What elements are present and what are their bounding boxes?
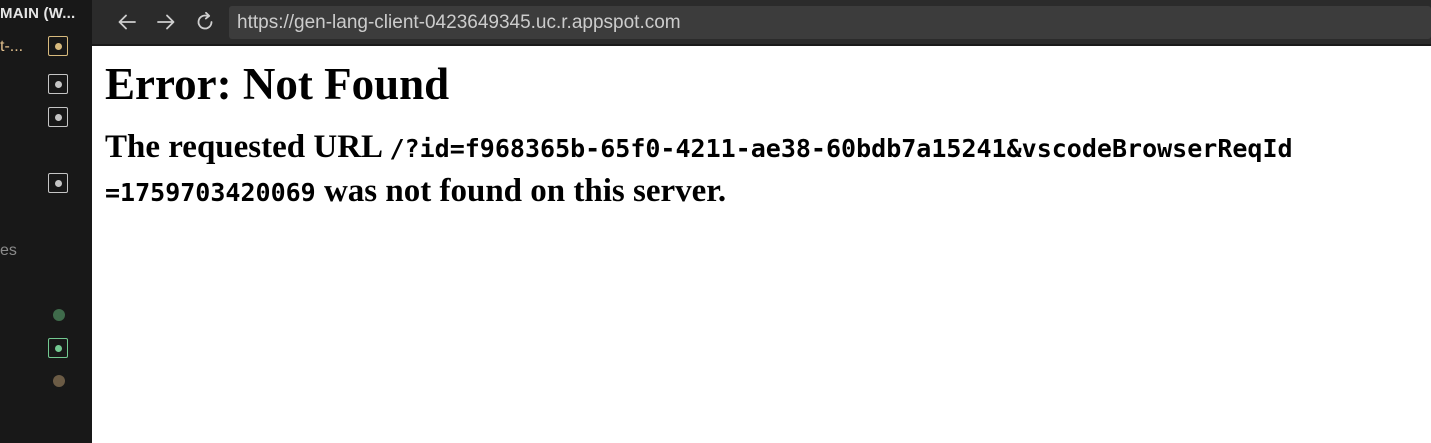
error-message-suffix: was not found on this server.: [315, 173, 727, 209]
page-title: Error: Not Found: [105, 59, 450, 109]
explorer-partial-label: es: [0, 242, 17, 259]
open-file-icon[interactable]: [48, 173, 68, 193]
open-file-icon[interactable]: [48, 36, 68, 56]
browser-toolbar: https://gen-lang-client-0423649345.uc.r.…: [92, 0, 1431, 46]
reload-button[interactable]: [192, 9, 218, 35]
explorer-item-label[interactable]: t-...: [0, 38, 23, 56]
open-file-icon[interactable]: [48, 74, 68, 94]
status-dot-icon: [53, 309, 65, 321]
explorer-panel: MAIN (W... t-... es: [0, 0, 92, 443]
address-bar[interactable]: https://gen-lang-client-0423649345.uc.r.…: [229, 6, 1431, 39]
arrow-left-icon: [118, 14, 136, 30]
arrow-right-icon: [157, 14, 175, 30]
error-message-prefix: The requested URL: [105, 129, 390, 165]
page-viewport: Error: Not Found The requested URL /?id=…: [92, 46, 1431, 443]
reload-icon: [197, 11, 213, 30]
forward-button[interactable]: [153, 9, 179, 35]
back-button[interactable]: [114, 9, 140, 35]
open-file-icon[interactable]: [48, 107, 68, 127]
error-message: The requested URL /?id=f968365b-65f0-421…: [105, 126, 1305, 214]
explorer-section-title[interactable]: MAIN (W...: [0, 5, 92, 22]
status-dot-icon: [53, 375, 65, 387]
open-file-icon[interactable]: [48, 338, 68, 358]
